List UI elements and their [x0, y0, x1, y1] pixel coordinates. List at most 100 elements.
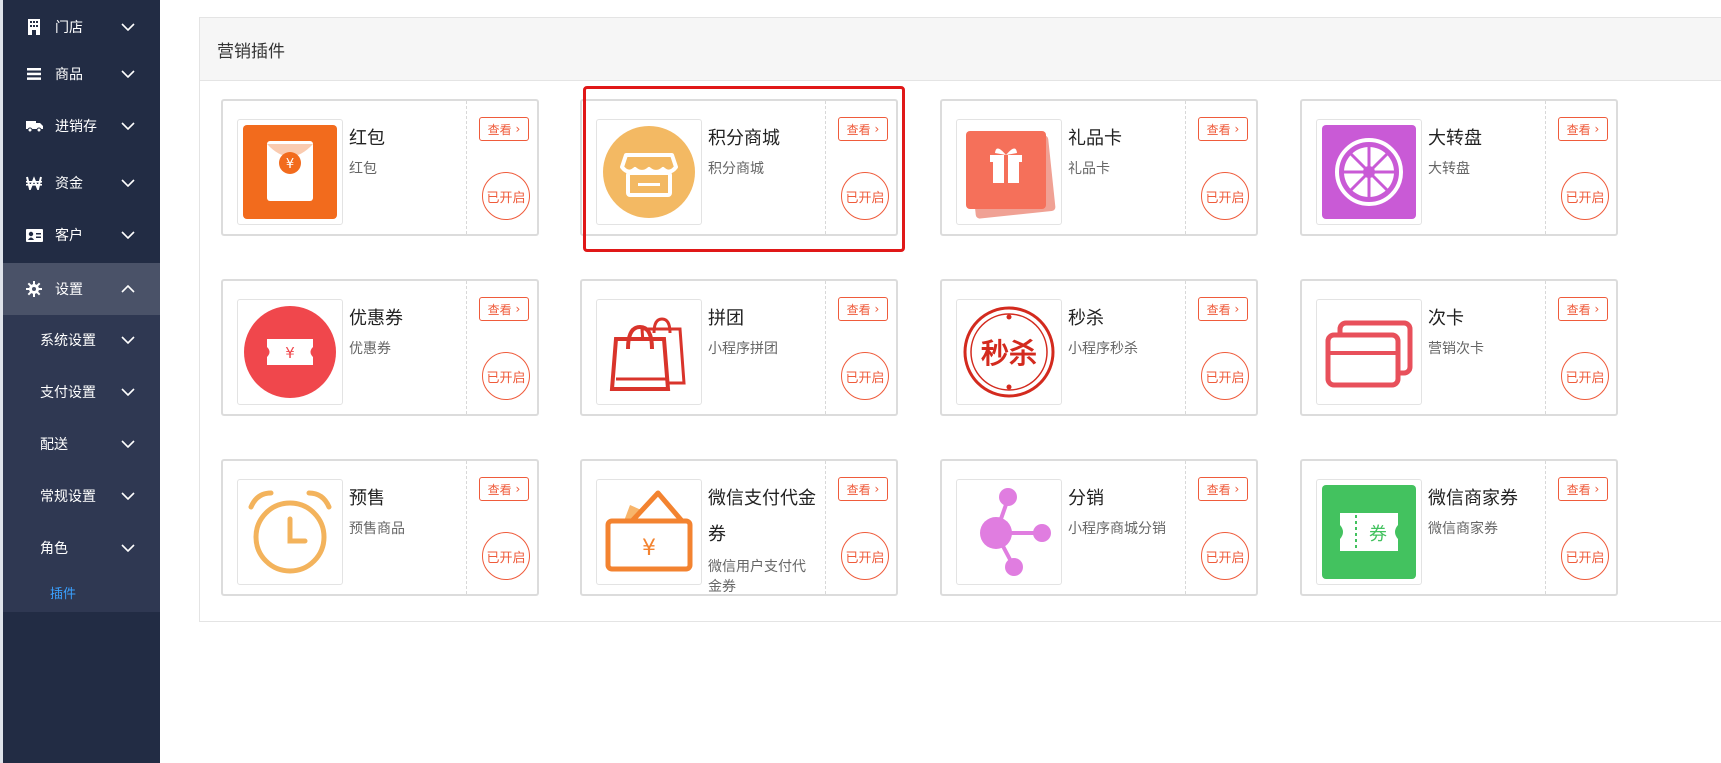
view-button[interactable]: 查看 ›	[479, 477, 529, 501]
view-button[interactable]: 查看 ›	[838, 117, 888, 141]
submenu-item-delivery[interactable]: 配送	[3, 418, 160, 470]
sidebar-item-funds[interactable]: 资金	[3, 157, 160, 209]
plugin-card-presale: 预售 预售商品 查看 › 已开启	[221, 459, 539, 596]
view-button-label: 查看	[1206, 482, 1231, 497]
gear-icon	[25, 280, 43, 298]
sidebar-item-settings[interactable]: 设置	[3, 263, 160, 315]
sidebar-item-goods[interactable]: 商品	[3, 48, 160, 100]
plugin-desc: 小程序商城分销	[1068, 521, 1166, 537]
view-button[interactable]: 查看 ›	[1558, 297, 1608, 321]
enabled-status-button[interactable]: 已开启	[1201, 172, 1249, 220]
enabled-status-button[interactable]: 已开启	[482, 352, 530, 400]
chevron-right-icon: ›	[1590, 302, 1600, 316]
submenu-item-system-settings[interactable]: 系统设置	[3, 314, 160, 366]
card-divider	[1545, 281, 1546, 414]
chevron-right-icon: ›	[511, 482, 521, 496]
plugin-thumbnail	[1316, 119, 1422, 225]
chevron-right-icon: ›	[870, 302, 880, 316]
view-button[interactable]: 查看 ›	[838, 477, 888, 501]
plugin-title: 微信商家券	[1428, 488, 1518, 509]
list-icon	[25, 65, 43, 83]
view-button[interactable]: 查看 ›	[1198, 477, 1248, 501]
enabled-status-button[interactable]: 已开启	[1201, 532, 1249, 580]
chevron-right-icon: ›	[1230, 482, 1240, 496]
plugin-title: 预售	[349, 488, 385, 509]
sidebar-item-store[interactable]: 门店	[3, 1, 160, 53]
chevron-down-icon	[118, 179, 138, 187]
enabled-status-button[interactable]: 已开启	[1201, 352, 1249, 400]
enabled-status-button[interactable]: 已开启	[841, 352, 889, 400]
sidebar-item-label: 商品	[55, 67, 83, 83]
plugin-title: 拼团	[708, 308, 744, 329]
chevron-right-icon: ›	[870, 482, 880, 496]
plugin-card-merchant-coupon: 券 微信商家券 微信商家券 查看 › 已开启	[1300, 459, 1618, 596]
submenu-item-label: 角色	[40, 541, 68, 557]
sidebar-item-label: 资金	[55, 176, 83, 192]
view-button[interactable]: 查看 ›	[838, 297, 888, 321]
coupon-icon: ¥	[244, 306, 336, 398]
view-button[interactable]: 查看 ›	[1558, 477, 1608, 501]
plugin-desc: 微信用户支付代金券	[708, 559, 806, 595]
plugin-thumbnail	[237, 479, 343, 585]
submenu-item-payment-settings[interactable]: 支付设置	[3, 366, 160, 418]
sidebar-item-label: 设置	[55, 282, 83, 298]
won-icon	[25, 174, 43, 192]
view-button-label: 查看	[487, 482, 512, 497]
plugin-title: 微信支付代金券	[708, 488, 816, 545]
card-divider	[825, 461, 826, 594]
plugin-card-red-envelope: ¥ 红包 红包 查看 › 已开启	[221, 99, 539, 236]
enabled-status-button[interactable]: 已开启	[482, 172, 530, 220]
chevron-right-icon: ›	[1230, 302, 1240, 316]
view-button-label: 查看	[1566, 122, 1591, 137]
card-divider	[1185, 281, 1186, 414]
submenu-item-roles[interactable]: 角色	[3, 522, 160, 574]
plugin-desc: 积分商城	[708, 161, 764, 177]
plugin-card-points-mall: 积分商城 积分商城 查看 › 已开启	[580, 99, 898, 236]
enabled-status-button[interactable]: 已开启	[1561, 172, 1609, 220]
submenu-item-general-settings[interactable]: 常规设置	[3, 470, 160, 522]
enabled-status-button[interactable]: 已开启	[1561, 352, 1609, 400]
view-button[interactable]: 查看 ›	[1198, 297, 1248, 321]
submenu-item-plugins[interactable]: 插件	[3, 580, 160, 604]
sidebar-item-customers[interactable]: 客户	[3, 209, 160, 261]
sidebar-item-inventory[interactable]: 进销存	[3, 100, 160, 152]
card-divider	[825, 281, 826, 414]
merchant-coupon-icon: 券	[1322, 485, 1416, 579]
svg-text:¥: ¥	[285, 344, 295, 362]
card-divider	[825, 101, 826, 234]
plugin-desc: 微信商家券	[1428, 521, 1498, 537]
view-button[interactable]: 查看 ›	[479, 297, 529, 321]
plugin-title: 大转盘	[1428, 128, 1482, 149]
view-button-label: 查看	[846, 122, 871, 137]
enabled-status-button[interactable]: 已开启	[841, 172, 889, 220]
chevron-down-icon	[118, 492, 138, 500]
plugin-thumbnail	[956, 119, 1062, 225]
plugin-card-coupon: ¥ 优惠券 优惠券 查看 › 已开启	[221, 279, 539, 416]
view-button-label: 查看	[1206, 302, 1231, 317]
enabled-status-button[interactable]: 已开启	[841, 532, 889, 580]
plugin-desc: 小程序秒杀	[1068, 341, 1138, 357]
enabled-status-button[interactable]: 已开启	[1561, 532, 1609, 580]
plugin-title: 优惠券	[349, 308, 403, 329]
view-button[interactable]: 查看 ›	[1198, 117, 1248, 141]
plugin-desc: 小程序拼团	[708, 341, 778, 357]
view-button[interactable]: 查看 ›	[479, 117, 529, 141]
view-button[interactable]: 查看 ›	[1558, 117, 1608, 141]
enabled-status-button[interactable]: 已开启	[482, 532, 530, 580]
wallet-voucher-icon: ¥	[605, 490, 693, 572]
plugin-thumbnail	[1316, 299, 1422, 405]
plugin-thumbnail	[596, 119, 702, 225]
plugin-desc: 预售商品	[349, 521, 405, 537]
chevron-down-icon	[118, 231, 138, 239]
flash-sale-icon-text: 秒杀	[981, 337, 1037, 370]
plugin-thumbnail: 券	[1316, 479, 1422, 585]
submenu-item-label: 支付设置	[40, 385, 96, 401]
chevron-up-icon	[118, 285, 138, 293]
view-button-label: 查看	[487, 122, 512, 137]
distribution-icon	[980, 488, 1051, 576]
plugin-title: 红包	[349, 128, 385, 149]
submenu-item-label: 配送	[40, 437, 68, 453]
view-button-label: 查看	[487, 302, 512, 317]
flash-sale-icon: 秒杀	[963, 306, 1055, 398]
gift-card-icon	[966, 131, 1056, 219]
